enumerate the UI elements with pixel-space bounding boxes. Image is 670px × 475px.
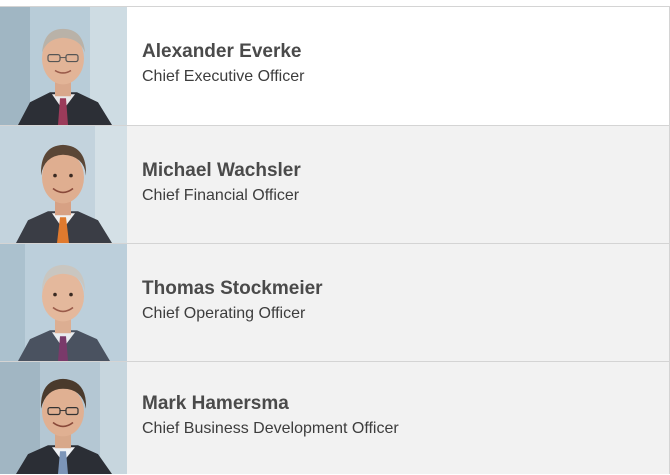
- member-info: Mark Hamersma Chief Business Development…: [127, 362, 399, 474]
- management-team-list: Alexander Everke Chief Executive Officer…: [0, 0, 670, 475]
- member-row[interactable]: Thomas Stockmeier Chief Operating Office…: [0, 243, 670, 361]
- member-row[interactable]: Mark Hamersma Chief Business Development…: [0, 361, 670, 474]
- member-name[interactable]: Thomas Stockmeier: [142, 277, 323, 301]
- member-title: Chief Executive Officer: [142, 68, 305, 85]
- portrait-photo-icon: [0, 126, 127, 243]
- portrait-photo-icon: [0, 362, 127, 474]
- member-row[interactable]: Michael Wachsler Chief Financial Officer: [0, 125, 670, 243]
- member-title: Chief Financial Officer: [142, 186, 300, 204]
- member-name[interactable]: Michael Wachsler: [142, 159, 301, 183]
- member-title: Chief Business Development Officer: [142, 420, 399, 437]
- portrait-photo-icon: [0, 244, 127, 361]
- member-name[interactable]: Mark Hamersma: [142, 392, 399, 416]
- member-info: Michael Wachsler Chief Financial Officer: [127, 126, 301, 243]
- member-row[interactable]: Alexander Everke Chief Executive Officer: [0, 6, 670, 125]
- member-title: Chief Operating Officer: [142, 304, 306, 322]
- portrait-photo-icon: [0, 7, 127, 125]
- member-info: Alexander Everke Chief Executive Officer: [127, 7, 304, 125]
- member-name[interactable]: Alexander Everke: [142, 40, 304, 64]
- member-info: Thomas Stockmeier Chief Operating Office…: [127, 244, 323, 361]
